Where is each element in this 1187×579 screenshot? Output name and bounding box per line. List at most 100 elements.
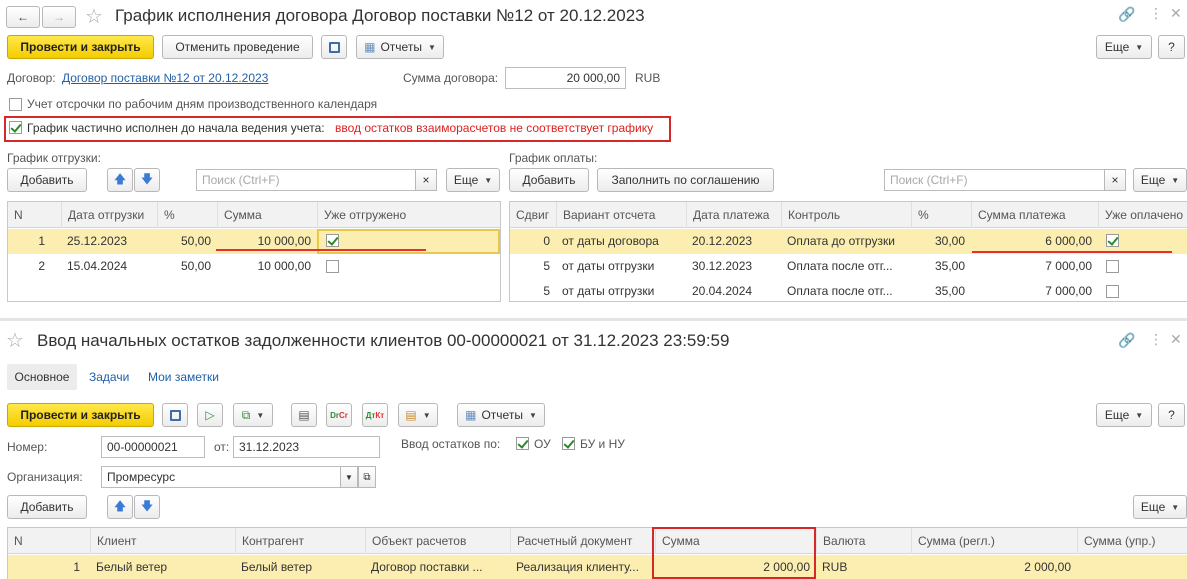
save-button[interactable] <box>162 403 188 427</box>
column-header[interactable]: Уже оплачено <box>1098 202 1187 228</box>
column-header[interactable]: Сумма <box>217 202 317 228</box>
column-header[interactable]: Дата платежа <box>686 202 781 228</box>
help-button[interactable]: ? <box>1158 35 1185 59</box>
post-button[interactable]: ▷ <box>197 403 223 427</box>
link-icon[interactable]: 🔗 <box>1118 332 1135 349</box>
number-value: 00-00000021 <box>107 440 178 454</box>
arrow-left-icon: ← <box>17 10 29 24</box>
shipment-add-button[interactable]: Добавить <box>7 168 87 192</box>
more-button[interactable]: Еще ▼ <box>1096 403 1152 427</box>
partial-execution-warning: ввод остатков взаиморасчетов не соответс… <box>335 121 654 135</box>
deferral-checkbox[interactable] <box>9 98 22 111</box>
help-button[interactable]: ? <box>1158 403 1185 427</box>
cell-percent: 35,00 <box>934 259 965 273</box>
contract-link[interactable]: Договор поставки №12 от 20.12.2023 <box>62 71 268 85</box>
link-icon[interactable]: 🔗 <box>1118 6 1135 23</box>
forward-button[interactable]: → <box>42 6 76 28</box>
more-button[interactable]: Еще ▼ <box>1096 35 1152 59</box>
contract-sum-field[interactable]: 20 000,00 <box>505 67 626 89</box>
shipped-checkbox[interactable] <box>326 260 339 273</box>
move-up-button[interactable]: 🡅 <box>107 495 133 519</box>
create-based-on-button[interactable]: ⧉ ▼ <box>233 403 273 427</box>
shipment-move-down-button[interactable]: 🡇 <box>134 168 160 192</box>
input-balances-label: Ввод остатков по: <box>401 437 501 451</box>
cell-sum-regulated: 2 000,00 <box>1024 560 1071 574</box>
attachments-button[interactable]: ▤ ▼ <box>398 403 438 427</box>
column-header[interactable]: % <box>911 202 971 228</box>
tab-my-notes[interactable]: Мои заметки <box>148 370 219 384</box>
column-header[interactable]: Дата отгрузки <box>61 202 157 228</box>
post-and-close-button[interactable]: Провести и закрыть <box>7 35 154 59</box>
organization-label: Организация: <box>7 470 83 484</box>
cell-sum-management <box>1077 555 1187 579</box>
payment-search-clear-button[interactable]: × <box>1104 169 1126 191</box>
column-header[interactable]: Контрагент <box>235 528 365 554</box>
bu-checkbox[interactable] <box>562 437 575 450</box>
contract-label: Договор: <box>7 71 56 85</box>
dt-kt-button[interactable]: ДтКт <box>362 403 388 427</box>
cancel-posting-button[interactable]: Отменить проведение <box>162 35 313 59</box>
column-header[interactable]: Сдвиг <box>510 202 556 228</box>
move-down-button[interactable]: 🡇 <box>134 495 160 519</box>
column-header[interactable]: Контроль <box>781 202 911 228</box>
column-header[interactable]: Вариант отсчета <box>556 202 686 228</box>
cell-date: 20.04.2024 <box>692 284 753 298</box>
close-icon[interactable]: ✕ <box>1170 5 1182 22</box>
reports-button[interactable]: ▦ Отчеты ▼ <box>457 403 545 427</box>
partial-execution-checkbox[interactable] <box>9 121 22 134</box>
organization-open-button[interactable]: ⧉ <box>358 466 376 488</box>
date-field[interactable]: 31.12.2023 <box>233 436 380 458</box>
paid-checkbox[interactable] <box>1106 234 1119 247</box>
shipped-checkbox[interactable] <box>326 234 339 247</box>
reports-button[interactable]: ▦ Отчеты ▼ <box>356 35 444 59</box>
column-header[interactable]: Сумма (упр.) <box>1077 528 1187 554</box>
column-header[interactable]: Сумма платежа <box>971 202 1098 228</box>
star-icon[interactable]: ☆ <box>6 328 24 353</box>
shipment-search-input[interactable]: Поиск (Ctrl+F) <box>196 169 416 191</box>
dr-cr-button[interactable]: DrCr <box>326 403 352 427</box>
paid-checkbox[interactable] <box>1106 260 1119 273</box>
column-header[interactable]: Уже отгружено <box>317 202 500 228</box>
organization-field[interactable]: Промресурс <box>101 466 341 488</box>
cell-percent: 35,00 <box>934 284 965 298</box>
table-row[interactable]: 2 15.04.2024 50,00 10 000,00 <box>8 254 500 279</box>
cell-control: Оплата после отг... <box>787 259 893 273</box>
number-field[interactable]: 00-00000021 <box>101 436 205 458</box>
clear-icon: × <box>422 173 430 187</box>
column-header[interactable]: N <box>8 202 61 228</box>
back-button[interactable]: ← <box>6 6 40 28</box>
organization-dropdown-button[interactable]: ▼ <box>340 466 358 488</box>
add-row-button[interactable]: Добавить <box>7 495 87 519</box>
column-header[interactable]: N <box>8 528 90 554</box>
post-and-close-button[interactable]: Провести и закрыть <box>7 403 154 427</box>
column-header[interactable]: Клиент <box>90 528 235 554</box>
tab-main[interactable]: Основное <box>7 364 77 390</box>
payment-add-button[interactable]: Добавить <box>509 168 589 192</box>
star-icon[interactable]: ☆ <box>85 4 103 29</box>
menu-dots-icon[interactable]: ⋮ <box>1149 5 1163 22</box>
table-row[interactable]: 1 Белый ветер Белый ветер Договор постав… <box>8 555 1187 579</box>
menu-dots-icon[interactable]: ⋮ <box>1149 331 1163 348</box>
fill-by-agreement-button[interactable]: Заполнить по соглашению <box>597 168 774 192</box>
table-row[interactable]: 5 от даты отгрузки 20.04.2024 Оплата пос… <box>510 279 1187 301</box>
table-row[interactable]: 5 от даты отгрузки 30.12.2023 Оплата пос… <box>510 254 1187 279</box>
cell-date: 15.04.2024 <box>67 259 128 273</box>
shipment-move-up-button[interactable]: 🡅 <box>107 168 133 192</box>
column-header[interactable]: Объект расчетов <box>365 528 510 554</box>
save-icon <box>169 409 181 421</box>
table-more-button[interactable]: Еще ▼ <box>1133 495 1187 519</box>
column-header[interactable]: % <box>157 202 217 228</box>
column-header[interactable]: Сумма (регл.) <box>911 528 1077 554</box>
document-list-button[interactable]: ▤ <box>291 403 317 427</box>
column-header[interactable]: Валюта <box>816 528 911 554</box>
close-icon[interactable]: ✕ <box>1170 331 1182 348</box>
column-header[interactable]: Расчетный документ <box>510 528 655 554</box>
payment-more-button[interactable]: Еще ▼ <box>1133 168 1187 192</box>
shipment-search-clear-button[interactable]: × <box>415 169 437 191</box>
paid-checkbox[interactable] <box>1106 285 1119 298</box>
save-button[interactable] <box>321 35 347 59</box>
shipment-more-button[interactable]: Еще ▼ <box>446 168 500 192</box>
tab-tasks[interactable]: Задачи <box>89 370 129 384</box>
payment-search-input[interactable]: Поиск (Ctrl+F) <box>884 169 1105 191</box>
ou-checkbox[interactable] <box>516 437 529 450</box>
